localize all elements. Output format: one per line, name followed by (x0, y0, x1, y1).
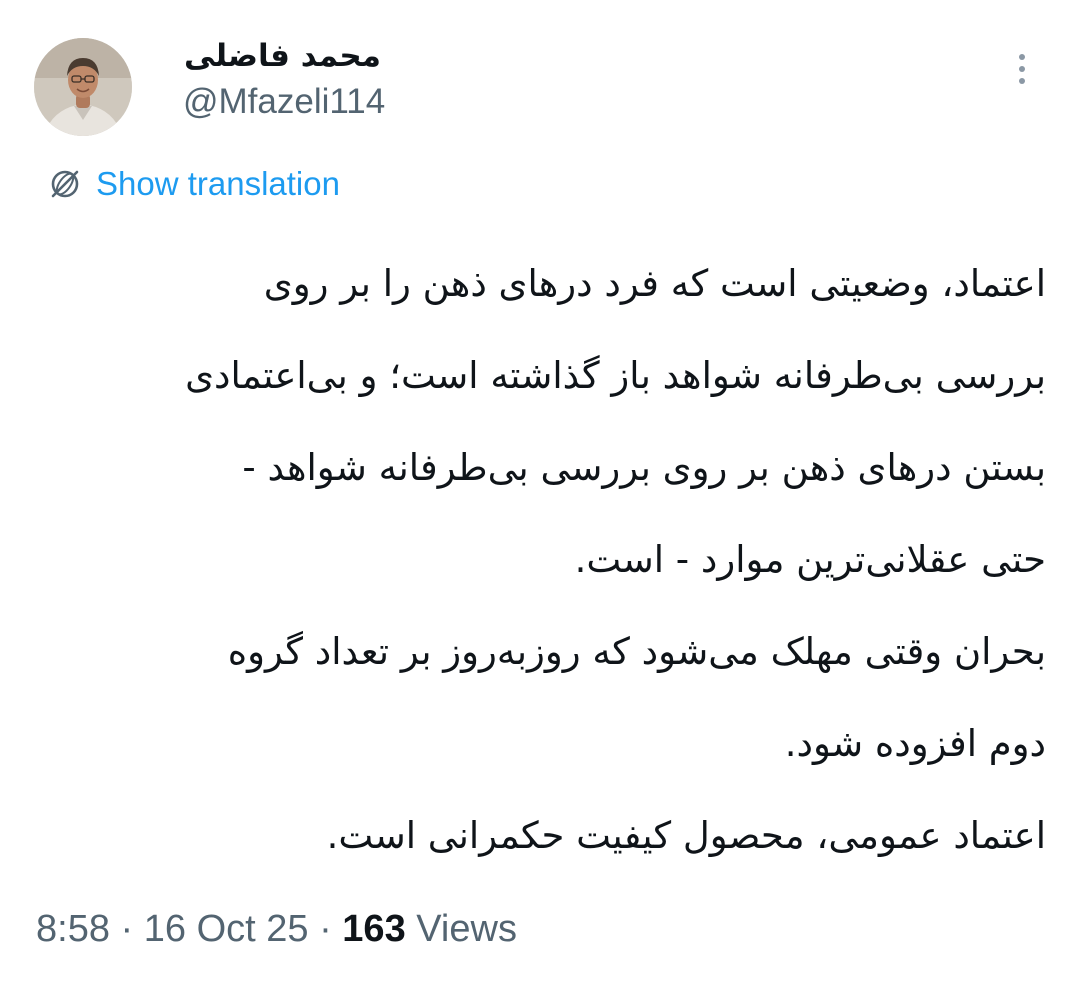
more-vertical-icon[interactable] (1008, 48, 1036, 90)
translate-globe-icon (51, 170, 79, 198)
profile-photo (34, 38, 132, 136)
tweet-line: دوم افزوده شود. (784, 722, 1046, 765)
more-dot (1019, 66, 1025, 72)
tweet-line: بحران وقتی مهلک می‌شود که روزبه‌روز بر ت… (227, 630, 1046, 673)
tweet-date[interactable]: 16 Oct 25 (144, 908, 309, 950)
show-translation-label: Show translation (96, 165, 340, 202)
avatar[interactable] (34, 38, 132, 136)
tweet-line: اعتماد عمومی، محصول کیفیت حکمرانی است. (326, 814, 1046, 857)
meta-separator: · (319, 908, 332, 950)
tweet-line: بررسی بی‌طرفانه شواهد باز گذاشته است؛ و … (185, 354, 1046, 397)
meta-separator: · (120, 908, 134, 950)
views-label: Views (416, 908, 517, 950)
tweet-text: اعتماد، وضعیتی است که فرد درهای ذهن را ب… (36, 238, 1046, 882)
tweet-line: اعتماد، وضعیتی است که فرد درهای ذهن را ب… (263, 262, 1046, 305)
display-name[interactable]: محمد فاضلی (184, 36, 381, 76)
user-handle[interactable]: @Mfazeli114 (183, 80, 385, 124)
tweet-line: بستن درهای ذهن بر روی بررسی بی‌طرفانه شو… (242, 446, 1046, 489)
tweet-line: حتی عقلانی‌ترین موارد - است. (574, 538, 1046, 581)
more-dot (1019, 78, 1025, 84)
views-count: 163 (342, 908, 406, 950)
show-translation-button[interactable]: Show translation (46, 164, 340, 204)
tweet-time[interactable]: 8:58 (36, 908, 110, 950)
tweet-meta: 8:58 · 16 Oct 25 · 163 Views (36, 906, 517, 952)
more-dot (1019, 54, 1025, 60)
